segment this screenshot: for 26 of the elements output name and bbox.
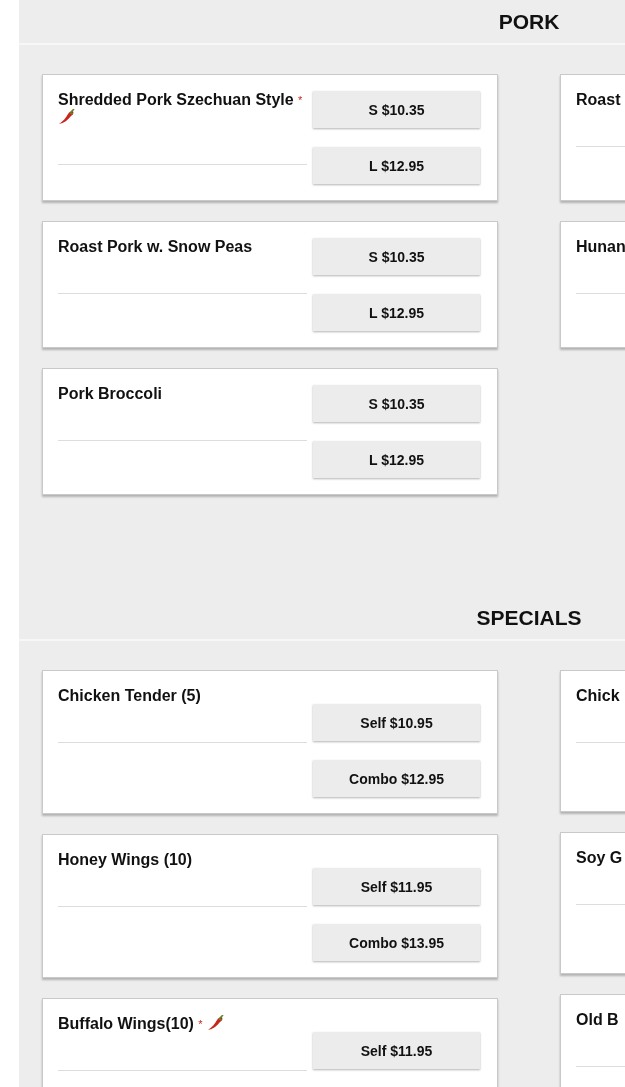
price-button[interactable]: L $12.95 xyxy=(313,441,480,478)
price-button[interactable]: Self $11.95 xyxy=(313,868,480,905)
section-title: SPECIALS xyxy=(476,605,582,630)
price-button[interactable]: Combo $12.95 xyxy=(313,760,480,797)
asterisk: * xyxy=(298,94,303,106)
price-button[interactable]: Self $11.95 xyxy=(313,1032,480,1069)
price-button[interactable]: L $12.95 xyxy=(313,294,480,331)
dish-name: Old B xyxy=(576,1011,619,1028)
price-button[interactable]: S $10.35 xyxy=(313,385,480,422)
dish-name: Roast Pork w. Snow Peas xyxy=(58,238,253,255)
dish-name: Roast xyxy=(576,91,621,108)
dish-name: Soy G xyxy=(576,849,623,866)
dish-name: Buffalo Wings(10) xyxy=(58,1015,194,1032)
price-button[interactable]: L $12.95 xyxy=(313,147,480,184)
asterisk: * xyxy=(198,1018,203,1030)
section-title: PORK xyxy=(498,9,560,34)
dish-name: Shredded Pork Szechuan Style xyxy=(58,91,294,108)
price-button[interactable]: S $10.35 xyxy=(313,91,480,128)
dish-name: Pork Broccoli xyxy=(58,385,163,402)
dish-name: Honey Wings (10) xyxy=(58,851,193,868)
dish-name: Hunan xyxy=(576,238,625,255)
dish-name: Chick xyxy=(576,687,620,704)
price-button[interactable]: Self $10.95 xyxy=(313,704,480,741)
price-button[interactable]: Combo $13.95 xyxy=(313,924,480,961)
dish-name: Chicken Tender (5) xyxy=(58,687,201,704)
price-button[interactable]: S $10.35 xyxy=(313,238,480,275)
